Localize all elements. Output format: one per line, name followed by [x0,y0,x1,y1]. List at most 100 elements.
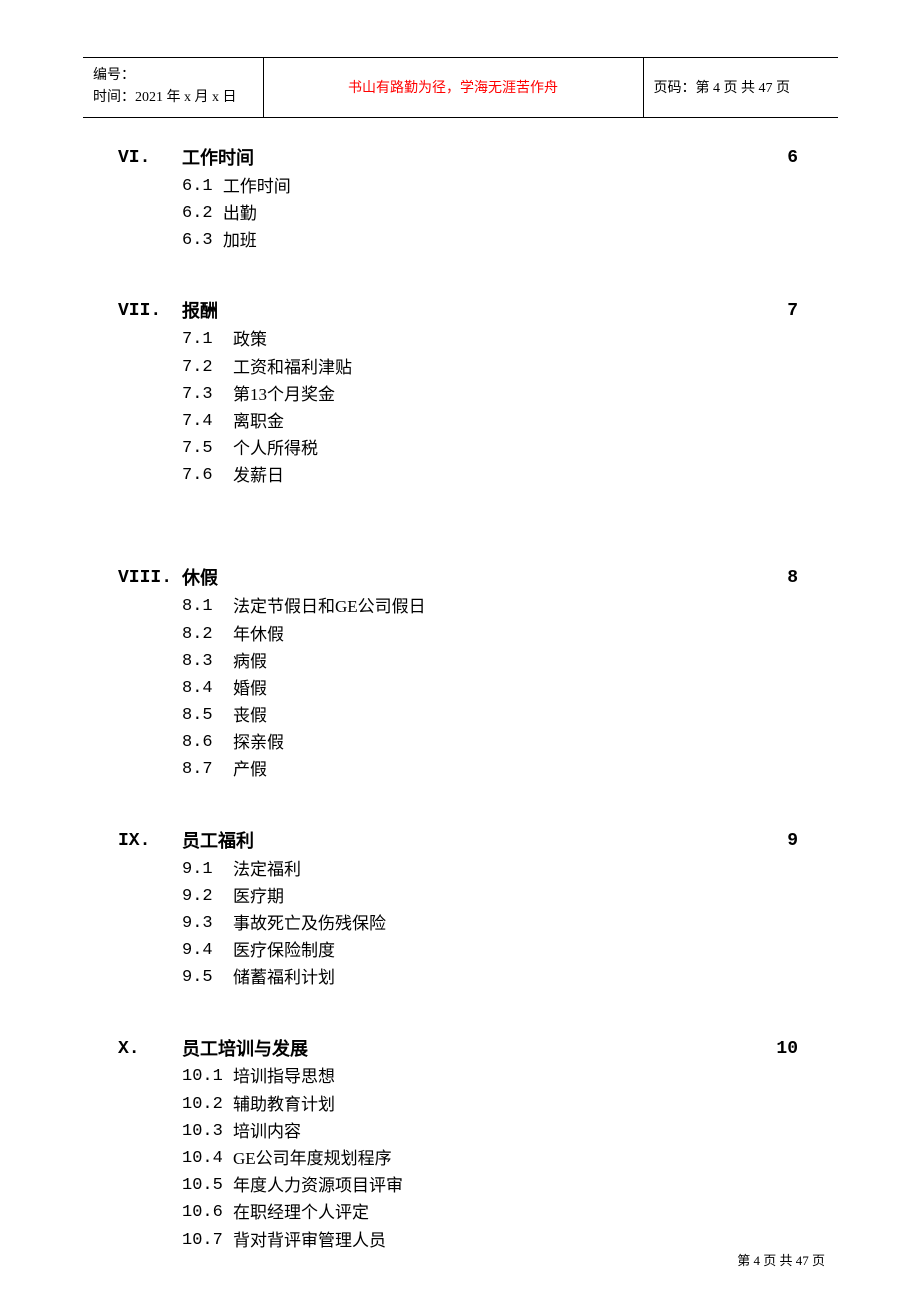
toc-subitem-number: 7.1 [182,326,233,353]
toc-section: X.员工培训与发展1010.1 培训指导思想10.2 辅助教育计划10.3 培训… [118,1036,798,1254]
section-spacer [118,503,798,565]
toc-subitem: 9.5 储蓄福利计划 [182,964,798,991]
toc-roman-numeral: X. [118,1036,182,1064]
toc-subitem-number: 6.1 [182,173,223,200]
toc-subitem-number: 8.5 [182,702,233,729]
toc-subitem-text: 医疗期 [233,883,284,910]
doc-id-label: 编号： [93,65,253,87]
toc-subitem: 8.7 产假 [182,756,798,783]
section-spacer [118,798,798,828]
toc-section-title: 报酬 [182,298,758,326]
toc-subitem-text: 第13个月奖金 [233,381,335,408]
toc-subitem: 8.6 探亲假 [182,729,798,756]
toc-page-number: 9 [758,828,798,856]
header-table: 编号： 时间：2021 年 x 月 x 日 书山有路勤为径，学海无涯苦作舟 页码… [83,57,838,118]
toc-subitem: 6.2 出勤 [182,200,798,227]
toc-subitem: 9.3 事故死亡及伤残保险 [182,910,798,937]
toc-subitem-number: 7.4 [182,408,233,435]
toc-subitem-text: 出勤 [223,200,257,227]
toc-subitem: 8.4 婚假 [182,675,798,702]
toc-subitem-text: 发薪日 [233,462,284,489]
toc-subitem: 7.5 个人所得税 [182,435,798,462]
toc-subitem-text: 法定节假日和GE公司假日 [233,593,426,620]
toc-subitem: 10.1 培训指导思想 [182,1063,798,1090]
toc-subitem: 7.3 第13个月奖金 [182,381,798,408]
toc-section: VI.工作时间66.1 工作时间6.2 出勤6.3 加班 [118,145,798,254]
toc-subitems: 10.1 培训指导思想10.2 辅助教育计划10.3 培训内容10.4 GE公司… [182,1063,798,1253]
footer-page: 第 4 页 共 47 页 [737,1250,825,1269]
toc-section-header: VIII.休假8 [118,565,798,593]
toc-subitem: 8.1 法定节假日和GE公司假日 [182,593,798,620]
toc-subitem: 7.4 离职金 [182,408,798,435]
toc-section-header: X.员工培训与发展10 [118,1036,798,1064]
toc-subitem-text: 病假 [233,648,267,675]
toc-subitem: 10.3 培训内容 [182,1118,798,1145]
toc-subitem: 10.5 年度人力资源项目评审 [182,1172,798,1199]
toc-subitem: 7.1 政策 [182,326,798,353]
toc-section-header: VI.工作时间6 [118,145,798,173]
toc-subitem-number: 8.2 [182,621,233,648]
toc-subitem-text: 加班 [223,227,257,254]
toc-content: VI.工作时间66.1 工作时间6.2 出勤6.3 加班 VII.报酬77.1 政… [118,145,798,1268]
header-motto: 书山有路勤为径，学海无涯苦作舟 [263,58,643,118]
toc-subitems: 8.1 法定节假日和GE公司假日8.2 年休假8.3 病假8.4 婚假8.5 丧… [182,593,798,783]
header-pageinfo: 页码：第 4 页 共 47 页 [643,58,838,118]
toc-subitems: 7.1 政策7.2 工资和福利津贴7.3 第13个月奖金7.4 离职金7.5 个… [182,326,798,489]
toc-subitem: 7.6 发薪日 [182,462,798,489]
toc-subitem-number: 7.2 [182,354,233,381]
toc-page-number: 8 [758,565,798,593]
toc-subitem: 10.2 辅助教育计划 [182,1091,798,1118]
toc-subitem: 8.5 丧假 [182,702,798,729]
toc-subitem-text: 背对背评审管理人员 [233,1227,386,1254]
toc-section-title: 员工培训与发展 [182,1036,758,1064]
toc-subitem-text: 事故死亡及伤残保险 [233,910,386,937]
toc-roman-numeral: VI. [118,145,182,173]
toc-subitem-text: 医疗保险制度 [233,937,335,964]
toc-subitem-text: 丧假 [233,702,267,729]
doc-date-label: 时间：2021 年 x 月 x 日 [93,87,253,109]
toc-subitem-number: 10.6 [182,1199,233,1226]
toc-subitem-text: 探亲假 [233,729,284,756]
toc-subitems: 6.1 工作时间6.2 出勤6.3 加班 [182,173,798,255]
toc-subitem-number: 10.4 [182,1145,233,1172]
toc-section: IX.员工福利99.1 法定福利9.2 医疗期9.3 事故死亡及伤残保险9.4 … [118,828,798,992]
toc-subitem-number: 9.4 [182,937,233,964]
toc-subitem: 8.3 病假 [182,648,798,675]
toc-subitem-number: 7.5 [182,435,233,462]
toc-section: VII.报酬77.1 政策7.2 工资和福利津贴7.3 第13个月奖金7.4 离… [118,298,798,489]
toc-subitem-text: 年休假 [233,621,284,648]
section-spacer [118,1006,798,1036]
toc-subitem-text: 工作时间 [223,173,291,200]
toc-subitem: 9.1 法定福利 [182,856,798,883]
toc-subitems: 9.1 法定福利9.2 医疗期9.3 事故死亡及伤残保险9.4 医疗保险制度9.… [182,856,798,992]
toc-subitem-number: 8.3 [182,648,233,675]
toc-page-number: 10 [758,1036,798,1064]
toc-subitem: 10.7 背对背评审管理人员 [182,1227,798,1254]
toc-roman-numeral: IX. [118,828,182,856]
toc-subitem-text: 培训指导思想 [233,1063,335,1090]
toc-subitem: 8.2 年休假 [182,621,798,648]
toc-subitem-number: 10.7 [182,1227,233,1254]
toc-subitem-text: 政策 [233,326,267,353]
toc-subitem-number: 8.7 [182,756,233,783]
toc-subitem-text: GE公司年度规划程序 [233,1145,392,1172]
toc-subitem: 7.2 工资和福利津贴 [182,354,798,381]
toc-subitem-text: 个人所得税 [233,435,318,462]
toc-section: VIII.休假88.1 法定节假日和GE公司假日8.2 年休假8.3 病假8.4… [118,565,798,783]
toc-subitem-number: 6.3 [182,227,223,254]
section-spacer [118,268,798,298]
toc-subitem: 10.6 在职经理个人评定 [182,1199,798,1226]
toc-subitem-text: 工资和福利津贴 [233,354,352,381]
toc-subitem: 10.4 GE公司年度规划程序 [182,1145,798,1172]
toc-roman-numeral: VIII. [118,565,182,593]
toc-subitem-number: 9.3 [182,910,233,937]
toc-subitem: 6.1 工作时间 [182,173,798,200]
toc-subitem-number: 6.2 [182,200,223,227]
toc-subitem-text: 产假 [233,756,267,783]
toc-subitem: 9.4 医疗保险制度 [182,937,798,964]
toc-section-header: VII.报酬7 [118,298,798,326]
toc-subitem-number: 9.1 [182,856,233,883]
toc-subitem-number: 10.5 [182,1172,233,1199]
toc-section-title: 休假 [182,565,758,593]
toc-subitem-number: 10.3 [182,1118,233,1145]
